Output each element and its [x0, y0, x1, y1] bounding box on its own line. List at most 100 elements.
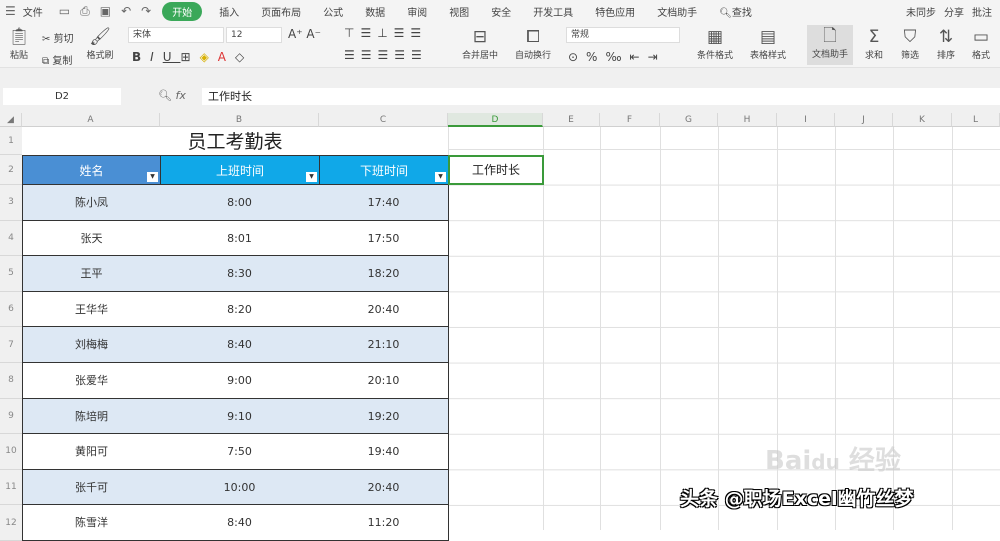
cell-end-time[interactable]: 21:10: [319, 327, 449, 363]
tab-view[interactable]: 视图: [438, 4, 480, 19]
filter-dropdown-icon[interactable]: ▼: [147, 172, 158, 182]
tab-features[interactable]: 特色应用: [584, 4, 646, 19]
cell-name[interactable]: 陈培明: [22, 398, 161, 435]
sort-button[interactable]: ⇅ 排序: [930, 26, 962, 61]
cell-start-time[interactable]: 8:01: [160, 220, 320, 257]
select-all-corner[interactable]: ◢: [0, 113, 22, 127]
cell-start-time[interactable]: 10:00: [160, 469, 320, 506]
column-header-G[interactable]: G: [660, 113, 718, 127]
cell-start-time[interactable]: 8:30: [160, 256, 320, 292]
paste-button[interactable]: 📋︎ 粘贴: [2, 26, 36, 61]
tab-doc-helper[interactable]: 文档助手: [646, 4, 708, 19]
tab-review[interactable]: 审阅: [396, 4, 438, 19]
sum-button[interactable]: Σ 求和: [858, 26, 890, 61]
align-horizontal-icons[interactable]: ☰☰☰☰☰: [344, 48, 428, 62]
cell-end-time[interactable]: 20:40: [319, 291, 449, 328]
undo-icon[interactable]: ↶: [116, 4, 136, 18]
column-header-J[interactable]: J: [835, 113, 893, 127]
file-menu[interactable]: 文件: [21, 4, 54, 19]
filter-dropdown-icon[interactable]: ▼: [435, 172, 446, 182]
column-header-D[interactable]: D: [448, 113, 543, 127]
merge-center-button[interactable]: ⊟ 合并居中: [452, 26, 508, 61]
row-header-1[interactable]: 1: [0, 127, 22, 155]
align-top-icons[interactable]: ⊤☰⊥☰☰: [344, 26, 427, 40]
filter-button[interactable]: ⛉ 筛选: [894, 26, 926, 61]
conditional-format-button[interactable]: ▦ 条件格式: [690, 26, 740, 61]
active-cell-d2[interactable]: 工作时长: [448, 155, 544, 185]
cell-name[interactable]: 张爱华: [22, 363, 161, 399]
formula-input[interactable]: 工作时长: [202, 88, 1000, 105]
header-name[interactable]: 姓名 ▼: [22, 155, 161, 185]
border-icon[interactable]: ⊞: [181, 50, 200, 64]
save-icon[interactable]: ▭: [54, 4, 75, 18]
cell-start-time[interactable]: 8:40: [160, 327, 320, 363]
number-format-select[interactable]: 常规: [566, 27, 680, 43]
column-header-A[interactable]: A: [22, 113, 160, 127]
bold-icon[interactable]: B: [132, 50, 150, 64]
redo-icon[interactable]: ↷: [136, 4, 156, 18]
cell-start-time[interactable]: 8:40: [160, 505, 320, 541]
cell-name[interactable]: 王平: [22, 256, 161, 292]
tab-home[interactable]: 开始: [162, 1, 203, 21]
tab-developer[interactable]: 开发工具: [522, 4, 584, 19]
row-header-11[interactable]: 11: [0, 469, 22, 506]
cell-start-time[interactable]: 9:00: [160, 363, 320, 399]
tab-formula[interactable]: 公式: [312, 4, 354, 19]
cell-name[interactable]: 黄阳可: [22, 434, 161, 470]
number-format-icons[interactable]: ⊙%‰⇤⇥: [568, 50, 666, 64]
column-header-I[interactable]: I: [777, 113, 835, 127]
font-size-select[interactable]: 12: [226, 27, 282, 43]
cell-name[interactable]: 张千可: [22, 469, 161, 506]
search-button[interactable]: 🔍︎查找: [708, 4, 763, 19]
sync-button[interactable]: 未同步: [902, 4, 940, 19]
tab-data[interactable]: 数据: [354, 4, 396, 19]
sheet-title[interactable]: 员工考勤表: [22, 127, 448, 155]
italic-icon[interactable]: I: [150, 50, 163, 64]
row-header-8[interactable]: 8: [0, 363, 22, 399]
hamburger-icon[interactable]: ☰: [0, 4, 21, 18]
row-header-2[interactable]: 2: [0, 155, 22, 185]
wrap-text-button[interactable]: ⧠ 自动换行: [510, 26, 556, 61]
underline-icon[interactable]: U: [163, 50, 181, 64]
cell-name[interactable]: 陈小凤: [22, 185, 161, 221]
format-painter-button[interactable]: 🖌︎ 格式刷: [84, 26, 116, 61]
column-header-C[interactable]: C: [319, 113, 448, 127]
row-header-7[interactable]: 7: [0, 327, 22, 363]
cell-start-time[interactable]: 8:00: [160, 185, 320, 221]
share-button[interactable]: 分享: [940, 4, 968, 19]
clear-icon[interactable]: ◇: [235, 50, 253, 64]
font-style-buttons[interactable]: BIU⊞◈A◇: [132, 50, 253, 64]
cell-end-time[interactable]: 17:40: [319, 185, 449, 221]
header-start-time[interactable]: 上班时间 ▼: [160, 155, 320, 185]
cell-name[interactable]: 陈雪洋: [22, 505, 161, 541]
tab-layout[interactable]: 页面布局: [250, 4, 312, 19]
cell-end-time[interactable]: 20:10: [319, 363, 449, 399]
row-header-12[interactable]: 12: [0, 505, 22, 541]
table-style-button[interactable]: ▤ 表格样式: [742, 26, 794, 61]
header-end-time[interactable]: 下班时间 ▼: [319, 155, 449, 185]
cut-button[interactable]: ✂ 剪切: [42, 30, 74, 45]
column-header-F[interactable]: F: [600, 113, 660, 127]
row-header-6[interactable]: 6: [0, 291, 22, 328]
cell-name[interactable]: 王华华: [22, 291, 161, 328]
column-header-E[interactable]: E: [543, 113, 600, 127]
fx-icon[interactable]: 🔍︎ fx: [158, 89, 186, 102]
tab-security[interactable]: 安全: [480, 4, 522, 19]
cell-start-time[interactable]: 7:50: [160, 434, 320, 470]
comment-button[interactable]: 批注: [968, 4, 996, 19]
column-header-L[interactable]: L: [952, 113, 1000, 127]
cell-name[interactable]: 张天: [22, 220, 161, 257]
cell-end-time[interactable]: 17:50: [319, 220, 449, 257]
tab-insert[interactable]: 插入: [208, 4, 250, 19]
print-icon[interactable]: ⎙: [75, 4, 95, 19]
font-color-icon[interactable]: A: [218, 50, 235, 64]
column-header-B[interactable]: B: [160, 113, 319, 127]
row-header-3[interactable]: 3: [0, 185, 22, 221]
row-header-9[interactable]: 9: [0, 398, 22, 435]
fill-icon[interactable]: ◈: [200, 50, 218, 64]
cell-end-time[interactable]: 20:40: [319, 469, 449, 506]
name-box[interactable]: D2: [3, 88, 121, 105]
row-header-4[interactable]: 4: [0, 220, 22, 257]
cell-start-time[interactable]: 8:20: [160, 291, 320, 328]
cell-end-time[interactable]: 18:20: [319, 256, 449, 292]
